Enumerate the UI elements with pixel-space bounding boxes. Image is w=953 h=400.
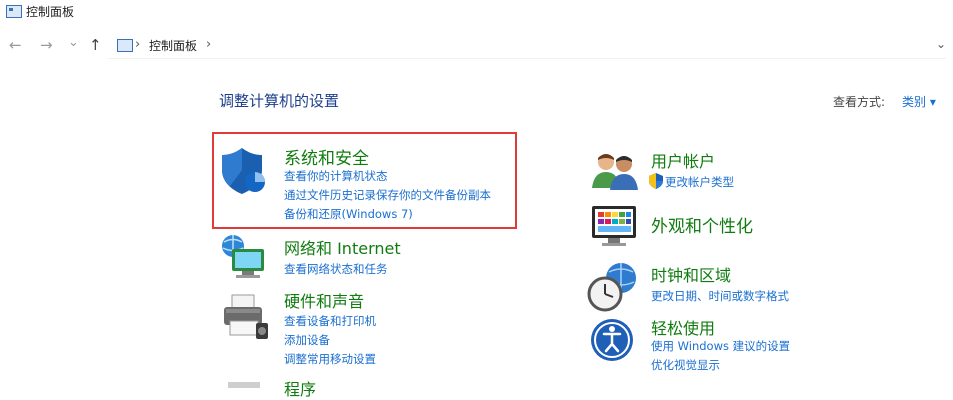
category-user-accounts[interactable]: 用户帐户 bbox=[651, 148, 715, 172]
control-panel-icon bbox=[117, 39, 133, 52]
link-add-device[interactable]: 添加设备 bbox=[284, 332, 330, 348]
category-system-security[interactable]: 系统和安全 bbox=[284, 144, 369, 169]
clock-icon[interactable] bbox=[587, 262, 641, 312]
network-icon[interactable] bbox=[220, 233, 272, 281]
view-by-dropdown[interactable]: 类别 ▾ bbox=[902, 93, 936, 110]
link-optimize-visual-display[interactable]: 优化视觉显示 bbox=[651, 357, 720, 373]
link-devices-printers[interactable]: 查看设备和打印机 bbox=[284, 313, 376, 329]
link-view-computer-status[interactable]: 查看你的计算机状态 bbox=[284, 168, 388, 184]
category-appearance-personalization[interactable]: 外观和个性化 bbox=[651, 212, 753, 237]
title-bar: 控制面板 bbox=[0, 0, 953, 26]
back-button[interactable]: ← bbox=[9, 36, 22, 54]
category-ease-of-access[interactable]: 轻松使用 bbox=[651, 315, 715, 339]
ease-of-access-icon[interactable] bbox=[590, 318, 638, 366]
breadcrumb-control-panel[interactable]: 控制面板 bbox=[149, 37, 197, 54]
page-title: 调整计算机的设置 bbox=[219, 92, 340, 110]
recent-locations-button[interactable]: ⌄ bbox=[68, 34, 79, 52]
up-button[interactable]: ↑ bbox=[89, 36, 102, 54]
forward-button[interactable]: → bbox=[40, 36, 53, 54]
category-clock-region[interactable]: 时钟和区域 bbox=[651, 262, 731, 286]
link-file-history-backup[interactable]: 通过文件历史记录保存你的文件备份副本 bbox=[284, 187, 491, 203]
link-recommended-settings[interactable]: 使用 Windows 建议的设置 bbox=[651, 338, 790, 354]
link-backup-restore[interactable]: 备份和还原(Windows 7) bbox=[284, 206, 413, 222]
printer-icon[interactable] bbox=[220, 293, 272, 343]
breadcrumb-separator[interactable]: › bbox=[206, 37, 211, 52]
link-change-account-type[interactable]: 更改帐户类型 bbox=[665, 174, 734, 190]
category-network-internet[interactable]: 网络和 Internet bbox=[284, 235, 401, 259]
link-change-date-time-format[interactable]: 更改日期、时间或数字格式 bbox=[651, 288, 789, 304]
category-hardware-sound[interactable]: 硬件和声音 bbox=[284, 288, 364, 312]
breadcrumb-separator[interactable]: › bbox=[135, 37, 140, 52]
programs-icon[interactable] bbox=[228, 378, 268, 388]
appearance-icon[interactable] bbox=[590, 202, 640, 248]
address-bar[interactable] bbox=[108, 32, 946, 59]
link-mobility-settings[interactable]: 调整常用移动设置 bbox=[284, 351, 376, 367]
users-icon[interactable] bbox=[592, 150, 640, 190]
address-dropdown-button[interactable]: ⌄ bbox=[936, 37, 946, 51]
control-panel-icon bbox=[6, 5, 22, 18]
shield-icon[interactable] bbox=[220, 146, 270, 196]
uac-shield-icon bbox=[649, 173, 663, 189]
category-programs[interactable]: 程序 bbox=[284, 376, 316, 400]
link-view-network-status[interactable]: 查看网络状态和任务 bbox=[284, 261, 388, 277]
view-by-label: 查看方式: bbox=[833, 95, 886, 109]
window-title: 控制面板 bbox=[26, 5, 75, 19]
